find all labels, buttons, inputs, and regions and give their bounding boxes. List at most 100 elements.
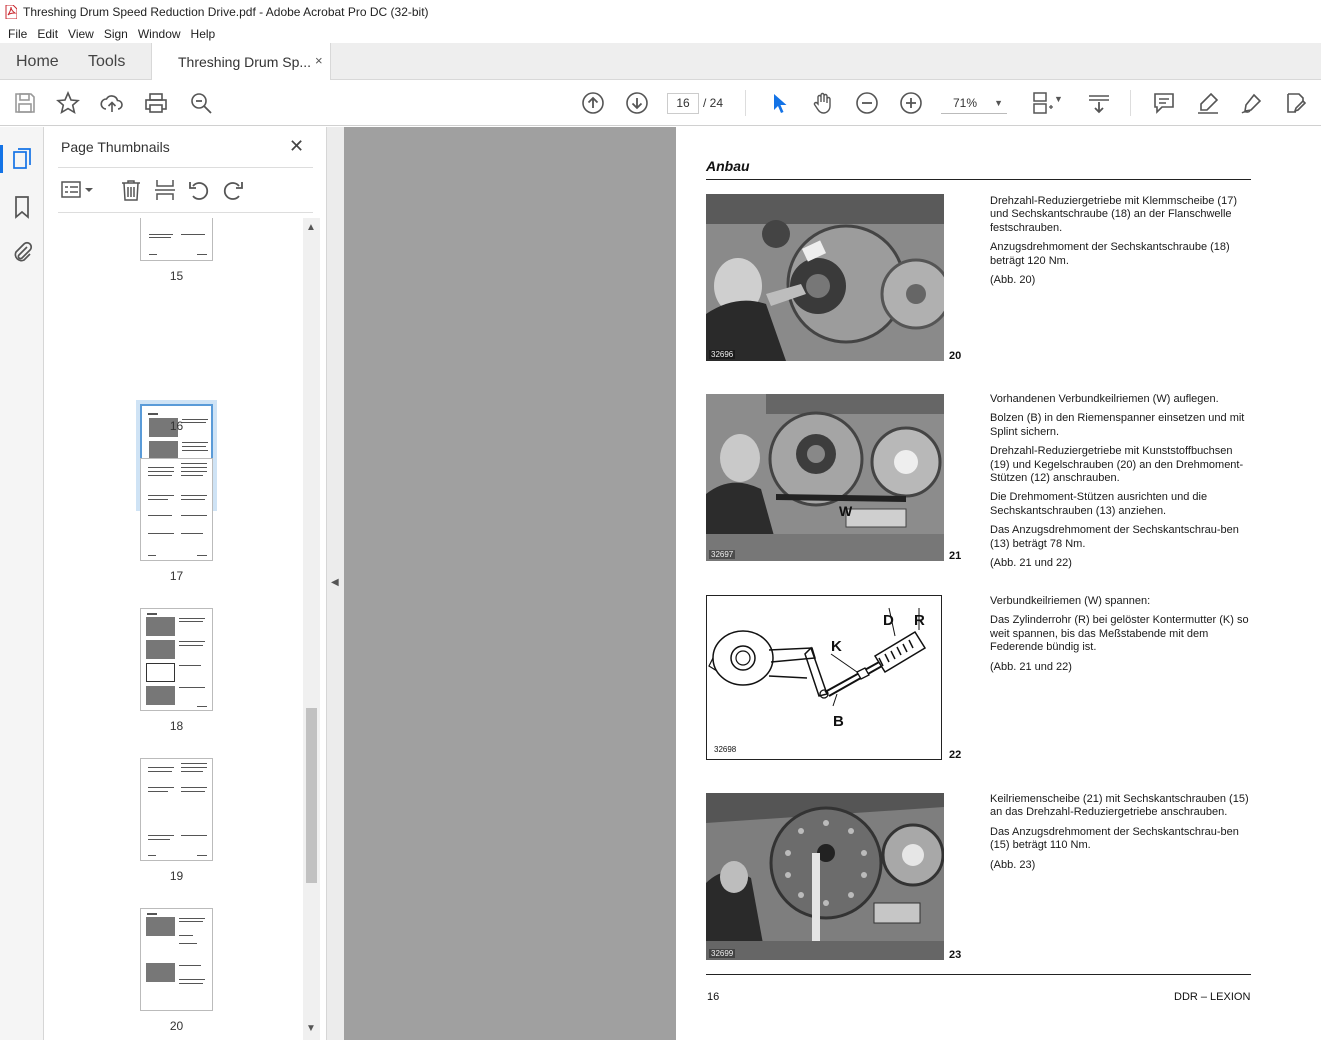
figure-21-text: Vorhandenen Verbundkeilriemen (W) aufleg… (990, 393, 1252, 576)
panel-splitter[interactable]: ◀ (326, 127, 344, 1040)
page-down-icon[interactable] (625, 91, 649, 115)
tab-close-icon[interactable]: × (315, 53, 323, 68)
find-icon[interactable] (189, 91, 213, 115)
print-icon[interactable] (144, 91, 168, 115)
thumbnail-page-number: 15 (169, 269, 184, 283)
page-thumbnail[interactable] (140, 758, 213, 861)
figure-code: 32699 (709, 949, 736, 958)
page-thumbnails-icon[interactable] (10, 147, 34, 171)
figure-code: 32698 (714, 745, 737, 754)
page-footer-title: DDR – LEXION (1174, 991, 1251, 1003)
menu-edit[interactable]: Edit (37, 27, 58, 41)
paragraph: (Abb. 21 und 22) (990, 660, 1072, 673)
extract-pages-icon[interactable] (154, 179, 176, 204)
active-indicator (0, 145, 3, 173)
page-footer-number: 16 (707, 991, 720, 1003)
window-title-bar: Threshing Drum Speed Reduction Drive.pdf… (0, 0, 1321, 24)
toolbar-divider (745, 90, 746, 116)
paragraph: (Abb. 21 und 22) (990, 557, 1072, 570)
figure-label-w: W (839, 503, 853, 519)
page-thumbnail[interactable] (140, 908, 213, 1011)
menu-sign[interactable]: Sign (104, 27, 128, 41)
highlight-icon[interactable] (1196, 91, 1220, 115)
thumbnail-page-number: 18 (169, 719, 184, 733)
collapse-panel-icon[interactable]: ◀ (331, 577, 339, 588)
thumbnail-list: 15 16 17 18 19 20 (45, 218, 305, 1040)
tab-home[interactable]: Home (16, 53, 59, 71)
save-icon[interactable] (13, 91, 37, 115)
comment-icon[interactable] (1152, 91, 1176, 115)
paragraph: Drehzahl-Reduziergetriebe mit Kunststoff… (990, 445, 1244, 485)
drawing-label-k: K (831, 638, 842, 655)
edit-pdf-icon[interactable] (1284, 91, 1308, 115)
thumbnail-scrollbar[interactable]: ▲ ▼ (303, 218, 320, 1040)
panel-toolbar (45, 175, 326, 205)
pdf-page: Anbau 32696 20 Drehzahl-Reduziergetriebe… (676, 127, 1321, 1040)
menu-bar: File Edit View Sign Window Help (0, 24, 1321, 43)
figure-code: 32696 (709, 350, 736, 359)
page-thumbnail[interactable] (140, 218, 213, 261)
page-thumbnail[interactable] (140, 608, 213, 711)
menu-view[interactable]: View (68, 27, 94, 41)
menu-help[interactable]: Help (191, 27, 216, 41)
paragraph: Die Drehmoment-Stützen ausrichten und di… (990, 491, 1208, 517)
thumbnails-panel: Page Thumbnails ✕ 15 16 17 18 19 20 ▲ ▼ (45, 127, 326, 1040)
bookmarks-icon[interactable] (10, 195, 34, 219)
figure-photo-21: W 32697 (706, 394, 944, 561)
paragraph: Das Zylinderrohr (R) bei gelöster Konter… (990, 614, 1249, 654)
rotate-left-icon[interactable] (188, 179, 210, 204)
tab-document[interactable]: Threshing Drum Sp... × (151, 43, 331, 80)
figure-23-text: Keilriemenscheibe (21) mit Sechskantschr… (990, 793, 1252, 878)
upload-icon[interactable] (100, 91, 124, 115)
divider (706, 179, 1251, 180)
figure-number: 21 (949, 550, 962, 562)
page-fit-icon[interactable] (1031, 91, 1055, 115)
scroll-down-icon[interactable]: ▼ (306, 1023, 316, 1034)
paragraph: Das Anzugsdrehmoment der Sechskantschrau… (990, 825, 1239, 852)
page-total: / 24 (703, 96, 724, 110)
hand-icon[interactable] (811, 91, 835, 115)
menu-file[interactable]: File (8, 27, 27, 41)
delete-icon[interactable] (120, 179, 142, 204)
tab-tools[interactable]: Tools (88, 53, 125, 71)
paragraph: (Abb. 20) (990, 274, 1036, 287)
page-up-icon[interactable] (581, 91, 605, 115)
zoom-value: 71% (953, 96, 978, 110)
rotate-right-icon[interactable] (222, 179, 244, 204)
scrollbar-thumb[interactable] (306, 708, 317, 883)
chevron-down-icon: ▼ (994, 98, 1003, 108)
divider (58, 167, 313, 168)
select-arrow-icon[interactable] (767, 91, 791, 115)
main-toolbar: 16 / 24 71% ▼ ▼ (0, 80, 1321, 126)
paragraph: Das Anzugsdrehmoment der Sechskantschrau… (990, 524, 1239, 550)
toolbar-divider (1130, 90, 1131, 116)
page-number-input[interactable]: 16 (667, 93, 699, 114)
close-icon[interactable]: ✕ (289, 136, 304, 157)
zoom-in-icon[interactable] (899, 91, 923, 115)
figure-code: 32697 (709, 550, 736, 559)
thumbnail-page-number: 16 (169, 419, 184, 433)
thumbnail-page-number: 20 (169, 1019, 184, 1033)
thumbnail-page-number: 17 (169, 569, 184, 583)
paragraph: Anzugsdrehmoment der Sechskantschraube (… (990, 241, 1230, 267)
acrobat-app-icon (5, 5, 17, 19)
scroll-mode-icon[interactable] (1087, 91, 1111, 115)
page-thumbnail[interactable] (140, 458, 213, 561)
window-title: Threshing Drum Speed Reduction Drive.pdf… (23, 5, 429, 19)
zoom-select[interactable]: 71% ▼ (941, 93, 1007, 114)
menu-window[interactable]: Window (138, 27, 181, 41)
divider (58, 212, 313, 213)
sign-icon[interactable] (1240, 91, 1264, 115)
figure-number: 22 (949, 749, 962, 761)
attachments-icon[interactable] (10, 240, 34, 264)
thumbnail-options-icon[interactable] (61, 179, 95, 204)
paragraph: Bolzen (B) in den Riemenspanner einsetze… (990, 412, 1245, 438)
paragraph: Drehzahl-Reduziergetriebe mit Klemmschei… (990, 195, 1237, 234)
scroll-up-icon[interactable]: ▲ (306, 222, 316, 233)
figure-number: 23 (949, 949, 962, 961)
chevron-down-icon[interactable]: ▼ (1054, 94, 1064, 118)
zoom-out-icon[interactable] (855, 91, 879, 115)
divider (706, 974, 1251, 975)
drawing-label-b: B (833, 713, 844, 730)
bookmark-star-icon[interactable] (56, 90, 80, 115)
